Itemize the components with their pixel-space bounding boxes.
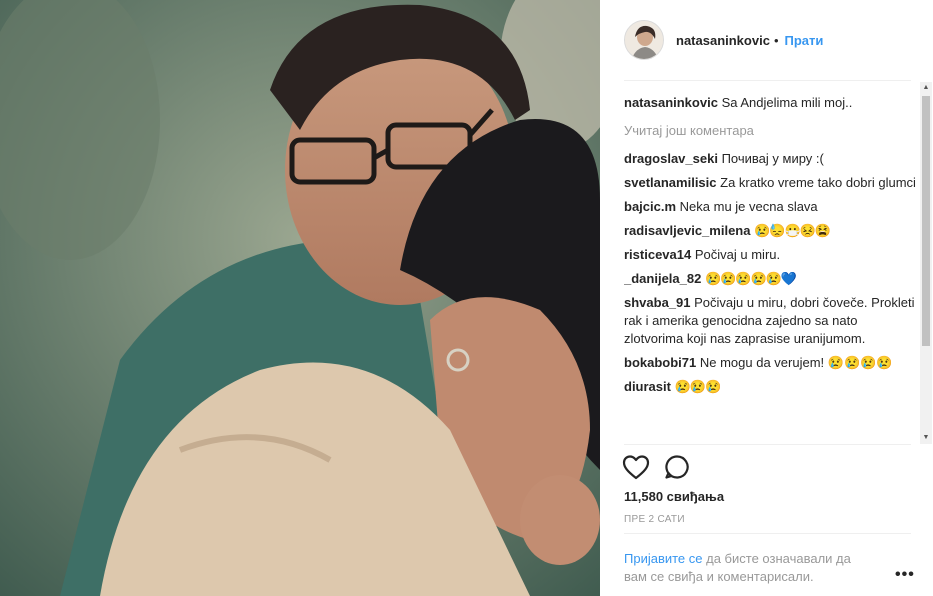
comments-list[interactable]: natasaninkovic Sa Andjelima mili moj.. У… <box>624 94 917 444</box>
avatar-image <box>625 21 663 59</box>
comment-username[interactable]: radisavljevic_milena <box>624 223 750 238</box>
comments-scrollbar[interactable]: ▲ ▼ <box>920 82 932 444</box>
list-item: bokabobi71 Ne mogu da verujem! 😢😢😢😢 <box>624 354 917 372</box>
load-more-comments-button[interactable]: Учитај још коментара <box>624 122 917 140</box>
likes-count[interactable]: 11,580 свиђања <box>624 489 724 504</box>
comment-username[interactable]: dragoslav_seki <box>624 151 718 166</box>
login-link[interactable]: Пријавите се <box>624 551 703 566</box>
caption: natasaninkovic Sa Andjelima mili moj.. <box>624 94 917 112</box>
scroll-up-arrow-icon[interactable]: ▲ <box>920 82 932 94</box>
action-bar <box>622 454 690 480</box>
speech-bubble-icon[interactable] <box>664 454 690 480</box>
post-photo[interactable] <box>0 0 600 596</box>
footer-divider <box>624 533 911 534</box>
comment-text: Ne mogu da verujem! 😢😢😢😢 <box>699 355 893 370</box>
post-timestamp[interactable]: ПРЕ 2 САТИ <box>624 514 685 525</box>
comment-username[interactable]: natasaninkovic <box>624 95 718 110</box>
login-prompt: Пријавите се да бисте означавали да вам … <box>624 550 874 586</box>
more-options-button[interactable]: ••• <box>895 566 915 584</box>
comment-text: Za kratko vreme tako dobri glumci <box>720 175 916 190</box>
comment-text: Почивај у миру :( <box>721 151 824 166</box>
comment-username[interactable]: risticeva14 <box>624 247 691 262</box>
comment-username[interactable]: shvaba_91 <box>624 295 691 310</box>
list-item: diurasit 😢😢😢 <box>624 378 917 396</box>
comment-username[interactable]: bokabobi71 <box>624 355 696 370</box>
list-item: risticeva14 Počivaj u miru. <box>624 246 917 264</box>
comment-text: Počivaj u miru. <box>694 247 781 262</box>
comment-text: Sa Andjelima mili moj.. <box>721 95 853 110</box>
scroll-down-arrow-icon[interactable]: ▼ <box>920 432 932 444</box>
list-item: radisavljevic_milena 😢😓😷😣😫 <box>624 222 917 240</box>
comment-username[interactable]: _danijela_82 <box>624 271 701 286</box>
avatar[interactable] <box>624 20 664 60</box>
list-item: bajcic.m Neka mu je vecna slava <box>624 198 917 216</box>
follow-button[interactable]: Прати <box>785 33 824 48</box>
post-header: natasaninkovic • Прати <box>600 0 933 80</box>
header-divider <box>624 80 911 81</box>
scroll-thumb[interactable] <box>922 96 930 346</box>
list-item: svetlanamilisic Za kratko vreme tako dob… <box>624 174 917 192</box>
list-item: _danijela_82 😢😢😢😢😢💙 <box>624 270 917 288</box>
heart-outline-icon[interactable] <box>622 454 650 480</box>
post-photo-illustration <box>0 0 600 596</box>
list-item: shvaba_91 Počivaju u miru, dobri čoveče.… <box>624 294 917 348</box>
comment-username[interactable]: diurasit <box>624 379 671 394</box>
comment-emoji: 😢😢😢 <box>674 379 722 394</box>
header-username[interactable]: natasaninkovic <box>676 33 770 48</box>
comment-username[interactable]: svetlanamilisic <box>624 175 717 190</box>
comment-emoji: 😢😢😢😢😢💙 <box>704 271 797 286</box>
comment-text: Neka mu je vecna slava <box>679 199 818 214</box>
actions-divider <box>624 444 911 445</box>
comment-username[interactable]: bajcic.m <box>624 199 676 214</box>
separator-dot: • <box>773 32 779 48</box>
comment-emoji: 😢😓😷😣😫 <box>754 223 831 238</box>
list-item: dragoslav_seki Почивај у миру :( <box>624 150 917 168</box>
